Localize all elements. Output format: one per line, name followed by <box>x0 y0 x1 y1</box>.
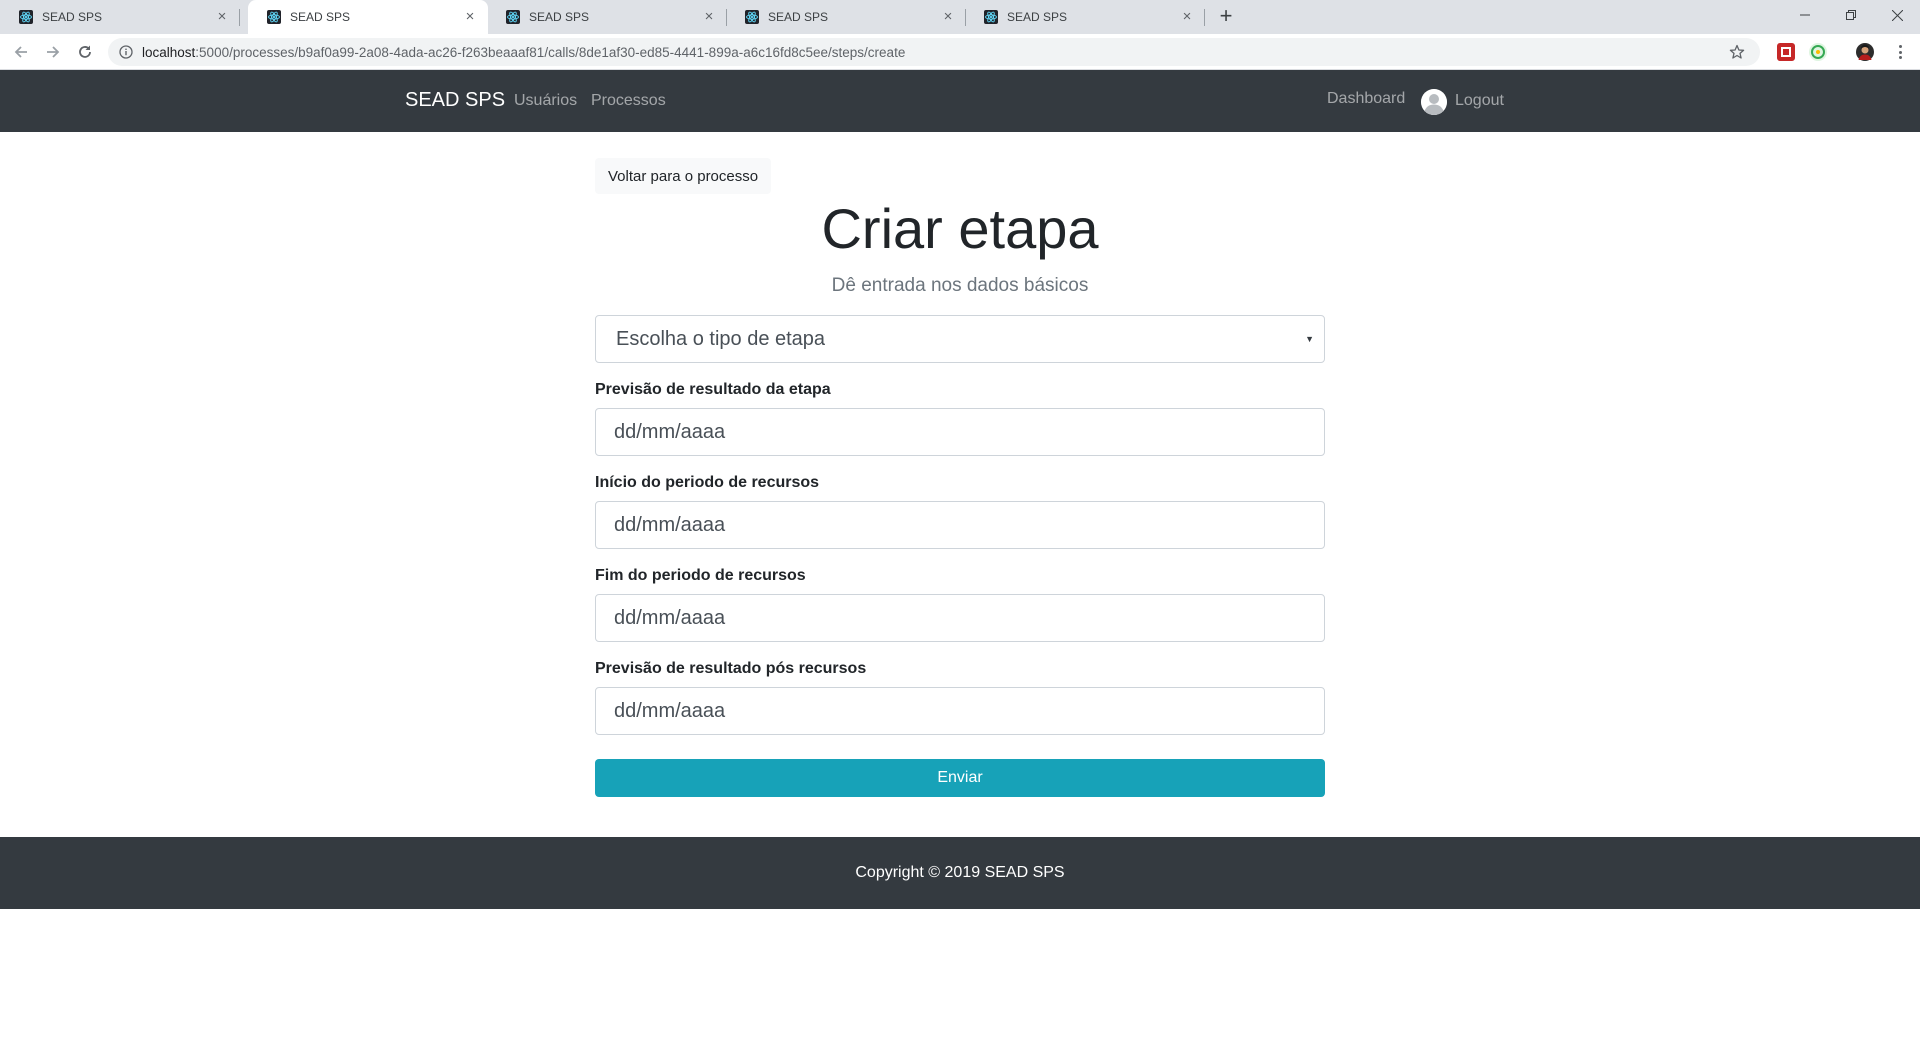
nav-link-dashboard[interactable]: Dashboard <box>1327 90 1405 108</box>
react-favicon-icon <box>983 9 999 25</box>
close-window-icon <box>1891 9 1903 21</box>
close-icon[interactable]: × <box>940 9 956 25</box>
url-host: localhost <box>142 44 196 60</box>
address-bar[interactable]: localhost:5000/processes/b9af0a99-2a08-4… <box>108 38 1760 66</box>
tab-separator <box>239 9 240 26</box>
back-to-process-button[interactable]: Voltar para o processo <box>595 158 772 194</box>
tab-separator <box>1204 9 1205 26</box>
browser-tab[interactable]: SEAD SPS × <box>0 0 240 34</box>
close-icon[interactable]: × <box>214 9 230 25</box>
appeal-start-label: Início do periodo de recursos <box>595 474 820 491</box>
close-window-button[interactable] <box>1874 0 1920 30</box>
browser-tab[interactable]: SEAD SPS × <box>487 0 727 34</box>
tab-title: SEAD SPS <box>768 10 829 24</box>
submit-button[interactable]: Enviar <box>595 759 1325 797</box>
nav-link-usuarios[interactable]: Usuários <box>514 92 577 110</box>
tab-title: SEAD SPS <box>290 10 351 24</box>
appeal-end-date-input[interactable] <box>595 594 1325 642</box>
tab-title: SEAD SPS <box>529 10 590 24</box>
reload-icon[interactable] <box>73 40 97 64</box>
tab-title: SEAD SPS <box>1007 10 1068 24</box>
tab-title: SEAD SPS <box>42 10 103 24</box>
url-text: localhost:5000/processes/b9af0a99-2a08-4… <box>142 45 905 60</box>
react-favicon-icon <box>18 9 34 25</box>
browser-tab[interactable]: SEAD SPS × <box>726 0 966 34</box>
kebab-menu-icon[interactable] <box>1890 42 1910 62</box>
web-page: SEAD SPS Usuários Processos Dashboard Lo… <box>0 70 1920 1040</box>
react-favicon-icon <box>266 9 282 25</box>
result-forecast-label: Previsão de resultado da etapa <box>595 381 831 398</box>
extension-icon[interactable] <box>1809 43 1827 61</box>
react-favicon-icon <box>744 9 760 25</box>
browser-tab-active[interactable]: SEAD SPS × <box>248 0 488 34</box>
close-icon[interactable]: × <box>701 9 717 25</box>
page-footer: Copyright © 2019 SEAD SPS <box>0 837 1920 909</box>
user-avatar-icon <box>1421 89 1447 115</box>
page-title: Criar etapa <box>821 197 1099 260</box>
minimize-button[interactable] <box>1782 0 1828 30</box>
restore-icon <box>1846 10 1856 20</box>
extension-icon[interactable] <box>1777 43 1795 61</box>
react-favicon-icon <box>505 9 521 25</box>
result-forecast-date-input[interactable] <box>595 408 1325 456</box>
profile-avatar-icon[interactable] <box>1856 43 1874 61</box>
browser-tabstrip: SEAD SPS × SEAD SPS × SEAD SPS × SEAD SP… <box>0 0 1920 34</box>
arrow-right-icon[interactable] <box>41 40 65 64</box>
close-icon[interactable]: × <box>1179 9 1195 25</box>
browser-tab[interactable]: SEAD SPS × <box>965 0 1205 34</box>
url-path: :5000/processes/b9af0a99-2a08-4ada-ac26-… <box>195 44 906 60</box>
minimize-icon <box>1800 14 1810 16</box>
caret-down-icon: ▼ <box>1305 334 1314 344</box>
star-icon[interactable] <box>1728 43 1746 61</box>
post-appeal-forecast-label: Previsão de resultado pós recursos <box>595 660 867 677</box>
step-type-select-value: Escolha o tipo de etapa <box>616 327 826 350</box>
nav-link-logout[interactable]: Logout <box>1455 92 1504 110</box>
appeal-start-date-input[interactable] <box>595 501 1325 549</box>
page-subtitle: Dê entrada nos dados básicos <box>831 275 1089 296</box>
restore-button[interactable] <box>1828 0 1874 30</box>
new-tab-button[interactable]: + <box>1214 5 1238 29</box>
appeal-end-label: Fim do periodo de recursos <box>595 567 806 584</box>
info-icon[interactable] <box>118 44 134 60</box>
post-appeal-forecast-date-input[interactable] <box>595 687 1325 735</box>
arrow-left-icon[interactable] <box>9 40 33 64</box>
close-icon[interactable]: × <box>462 9 478 25</box>
create-step-form: Escolha o tipo de etapa ▼ Previsão de re… <box>595 315 1325 797</box>
navbar-brand[interactable]: SEAD SPS <box>405 89 505 112</box>
app-navbar: SEAD SPS Usuários Processos Dashboard Lo… <box>0 70 1920 132</box>
nav-link-processos[interactable]: Processos <box>591 92 666 110</box>
step-type-select[interactable]: Escolha o tipo de etapa ▼ <box>595 315 1325 363</box>
browser-toolbar: localhost:5000/processes/b9af0a99-2a08-4… <box>0 34 1920 70</box>
footer-copyright: Copyright © 2019 SEAD SPS <box>855 864 1065 881</box>
